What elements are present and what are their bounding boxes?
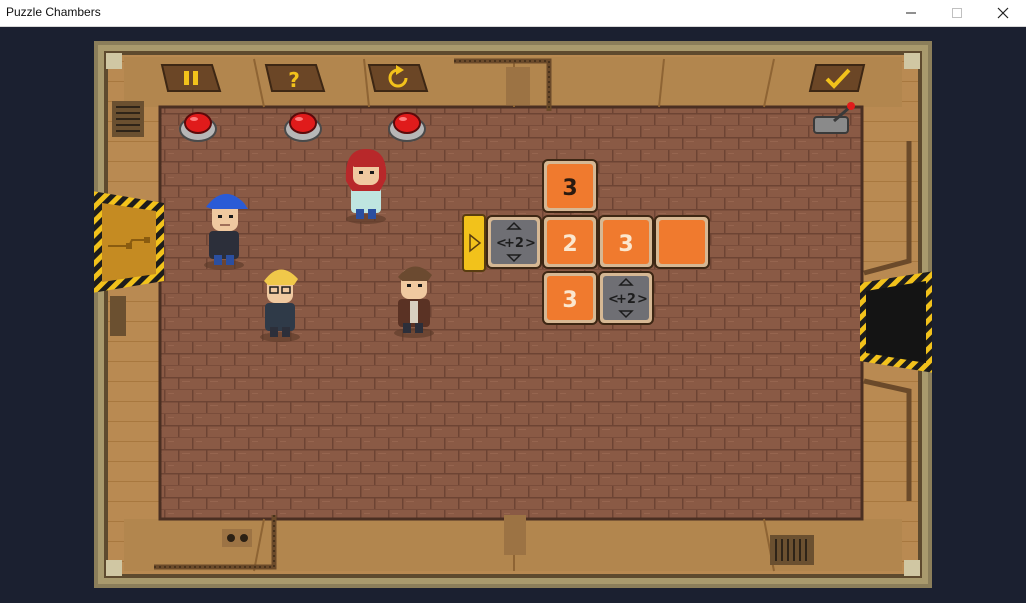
room-canvas: ? 3 +2 < > 2 3 3 +2 < >: [92, 41, 934, 588]
wall-outlet: [222, 529, 252, 547]
app-window: Puzzle Chambers ? 3 +2 < > 2 3 3 +2 < >: [0, 0, 1026, 603]
tile-number-top[interactable]: 3: [542, 159, 598, 213]
close-icon: [997, 7, 1009, 19]
tile-value: 3: [562, 176, 577, 201]
maximize-button[interactable]: [934, 0, 980, 26]
window-title: Puzzle Chambers: [6, 5, 101, 19]
right-chevron-icon: >: [525, 236, 536, 251]
tile-value: +2: [616, 292, 636, 307]
tile-modifier-mid[interactable]: +2 < >: [486, 215, 542, 269]
tile-number-mid-2[interactable]: 3: [598, 215, 654, 269]
tile-value: 3: [618, 232, 633, 257]
tile-value: 2: [562, 232, 577, 257]
exit-door: [860, 271, 934, 373]
help-button[interactable]: ?: [264, 64, 326, 92]
tile-value: +2: [504, 236, 524, 251]
tile-value: 3: [562, 288, 577, 313]
vent-grate-left: [112, 101, 144, 137]
pause-button[interactable]: [160, 64, 222, 92]
confirm-button[interactable]: [808, 64, 866, 92]
tile-blank-mid-3[interactable]: [654, 215, 710, 269]
restart-button[interactable]: [367, 64, 429, 92]
wall-panel-left: [110, 296, 126, 336]
minimize-icon: [906, 12, 916, 14]
maximize-icon: [952, 8, 962, 18]
tile-number-bot-1[interactable]: 3: [542, 271, 598, 325]
minimize-button[interactable]: [888, 0, 934, 26]
start-marker[interactable]: [462, 214, 486, 272]
left-chevron-icon: <: [496, 236, 507, 251]
vent-grate-bottom: [770, 535, 814, 565]
tile-modifier-bot[interactable]: +2 < >: [598, 271, 654, 325]
question-icon: ?: [288, 68, 300, 92]
close-button[interactable]: [980, 0, 1026, 26]
tile-number-mid-1[interactable]: 2: [542, 215, 598, 269]
game-room: ? 3 +2 < > 2 3 3 +2 < >: [92, 41, 934, 588]
right-chevron-icon: >: [637, 292, 648, 307]
left-chevron-icon: <: [608, 292, 619, 307]
title-bar: Puzzle Chambers: [0, 0, 1026, 27]
entrance-door: [92, 191, 164, 293]
